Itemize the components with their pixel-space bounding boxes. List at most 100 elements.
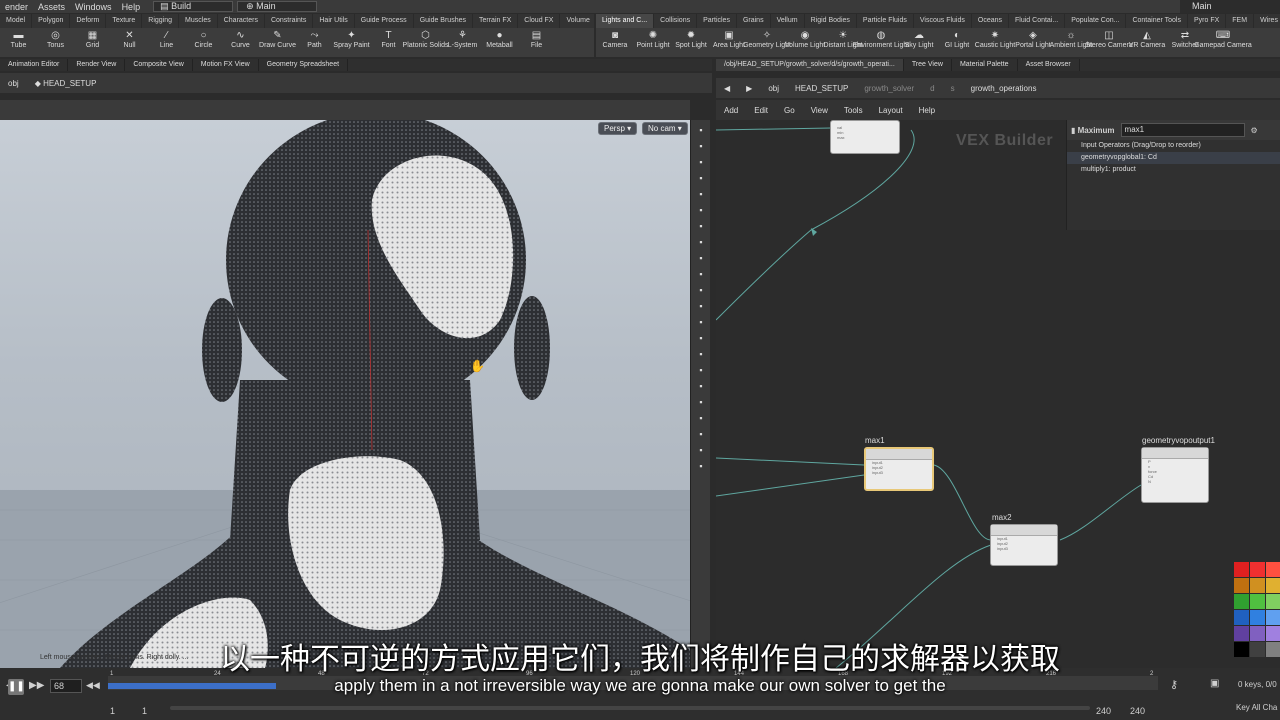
shelf-tool-portal-light[interactable]: ◈ Portal Light — [1014, 28, 1052, 57]
scene-viewport[interactable]: ✋ Left mouse tumbles. Middle pans. Right… — [0, 120, 690, 668]
shelf-tool-geometry-light[interactable]: ✧ Geometry Light — [743, 28, 791, 57]
shelf-tab-pyro-fx[interactable]: Pyro FX — [1188, 14, 1227, 28]
color-swatch[interactable] — [1234, 562, 1249, 577]
color-swatch[interactable] — [1234, 578, 1249, 593]
camera-menu[interactable]: No cam ▾ — [642, 122, 688, 135]
clamp-port-max[interactable]: max — [831, 135, 899, 140]
pane-tab-motion-fx-view[interactable]: Motion FX View — [193, 59, 259, 71]
shelf-tab-polygon[interactable]: Polygon — [32, 14, 71, 28]
desktop-right-selector[interactable]: Main — [1180, 0, 1280, 13]
shelf-tab-vellum[interactable]: Vellum — [771, 14, 805, 28]
key-all-channels-button[interactable]: Key All Cha — [1236, 703, 1277, 712]
net-crumb-growth-solver[interactable]: growth_solver — [856, 84, 922, 93]
shelf-tab-rigging[interactable]: Rigging — [142, 14, 180, 28]
input-operator-item[interactable]: multiply1: product — [1067, 164, 1280, 176]
net-crumb-obj[interactable]: obj — [760, 84, 787, 93]
shelf-tool-l-system[interactable]: ⚘ L-System — [444, 28, 481, 57]
range-end-field[interactable]: 240 — [1130, 706, 1145, 716]
shelf-tool-curve[interactable]: ∿ Curve — [222, 28, 259, 57]
shelf-tab-lights-and-c[interactable]: Lights and C... — [596, 14, 655, 28]
color-swatch[interactable] — [1266, 610, 1280, 625]
input-operator-item[interactable]: geometryvopglobal1: Cd — [1067, 152, 1280, 164]
shelf-tab-characters[interactable]: Characters — [218, 14, 265, 28]
camera-icon[interactable]: ▪ — [694, 172, 708, 184]
net-crumb-head-setup[interactable]: HEAD_SETUP — [787, 84, 856, 93]
pane-tab-tree-view[interactable]: Tree View — [904, 59, 952, 71]
color-swatch[interactable] — [1250, 594, 1265, 609]
max1-port-input3[interactable]: input3 — [866, 470, 932, 475]
pane-tab-asset-browser[interactable]: Asset Browser — [1018, 59, 1080, 71]
shelf-tab-grains[interactable]: Grains — [737, 14, 771, 28]
pen-icon[interactable]: ▪ — [694, 332, 708, 344]
text-icon[interactable]: ▪ — [694, 412, 708, 424]
shelf-tool-platonic-solids[interactable]: ⬡ Platonic Solids — [403, 28, 449, 57]
pane-tab-material-palette[interactable]: Material Palette — [952, 59, 1018, 71]
network-menu-view[interactable]: View — [803, 106, 836, 115]
build-selector[interactable]: ▤ Build — [153, 1, 234, 12]
shelf-tool-camera[interactable]: ◙ Camera — [596, 28, 634, 57]
color-swatch[interactable] — [1250, 562, 1265, 577]
network-menu-add[interactable]: Add — [716, 106, 746, 115]
display-icon[interactable]: ▪ — [694, 460, 708, 472]
shelf-tool-spray-paint[interactable]: ✦ Spray Paint — [333, 28, 370, 57]
sphere-icon[interactable]: ▪ — [694, 188, 708, 200]
net-crumb-s[interactable]: s — [943, 84, 963, 93]
shelf-tab-constraints[interactable]: Constraints — [265, 14, 314, 28]
shelf-tab-muscles[interactable]: Muscles — [179, 14, 218, 28]
shelf-tab-volume[interactable]: Volume — [560, 14, 597, 28]
shelf-tab-fluid-contai[interactable]: Fluid Contai... — [1009, 14, 1066, 28]
shelf-tool-stereo-camera[interactable]: ◫ Stereo Camera — [1085, 28, 1132, 57]
shelf-tool-caustic-light[interactable]: ✷ Caustic Light — [975, 28, 1015, 57]
shelf-tool-vr-camera[interactable]: ◭ VR Camera — [1128, 28, 1166, 57]
net-crumb-growth-operations[interactable]: growth_operations — [963, 84, 1045, 93]
pane-tab-composite-view[interactable]: Composite View — [125, 59, 193, 71]
shelf-tool-grid[interactable]: ▦ Grid — [74, 28, 111, 57]
network-menu-help[interactable]: Help — [911, 106, 943, 115]
node-name-field[interactable]: max1 — [1120, 123, 1245, 137]
lock-icon[interactable]: ▪ — [694, 156, 708, 168]
shelf-tab-viscous-fluids[interactable]: Viscous Fluids — [914, 14, 972, 28]
shelf-tool-line[interactable]: ∕ Line — [148, 28, 185, 57]
shelf-tab-particles[interactable]: Particles — [697, 14, 737, 28]
range-start[interactable]: 1 — [110, 706, 115, 716]
network-menu-go[interactable]: Go — [776, 106, 803, 115]
pane-tab-geometry-spreadsheet[interactable]: Geometry Spreadsheet — [259, 59, 349, 71]
clamp-node[interactable]: val min max — [830, 120, 900, 154]
color-swatch[interactable] — [1250, 610, 1265, 625]
desktop-selector[interactable]: ⊕ Main — [237, 1, 318, 12]
bone-icon[interactable]: ▪ — [694, 348, 708, 360]
path-crumb-head-setup[interactable]: ◆ HEAD_SETUP — [27, 79, 105, 88]
menu-item-assets[interactable]: Assets — [33, 2, 70, 12]
shelf-tab-oceans[interactable]: Oceans — [972, 14, 1010, 28]
shelf-tab-cloud-fx[interactable]: Cloud FX — [518, 14, 561, 28]
pane-tab-animation-editor[interactable]: Animation Editor — [0, 59, 69, 71]
dot-icon[interactable]: ▪ — [694, 300, 708, 312]
color-swatch[interactable] — [1234, 610, 1249, 625]
paint-icon[interactable]: ▪ — [694, 364, 708, 376]
shelf-tab-texture[interactable]: Texture — [106, 14, 143, 28]
gear-icon[interactable]: ⚙ — [1251, 126, 1258, 135]
brush-icon[interactable]: ▪ — [694, 284, 708, 296]
max2-port-input3[interactable]: input3 — [991, 546, 1057, 551]
shelf-tab-particle-fluids[interactable]: Particle Fluids — [857, 14, 914, 28]
snap-icon[interactable]: ▪ — [694, 268, 708, 280]
shelf-tab-wires[interactable]: Wires — [1254, 14, 1280, 28]
color-swatch[interactable] — [1266, 578, 1280, 593]
measure-icon[interactable]: ▪ — [694, 380, 708, 392]
shelf-tool-torus[interactable]: ◎ Torus — [37, 28, 74, 57]
shelf-tab-guide-process[interactable]: Guide Process — [355, 14, 414, 28]
max2-node[interactable]: input1 input2 input3 — [990, 524, 1058, 566]
menu-item-windows[interactable]: Windows — [70, 2, 117, 12]
range-end[interactable]: 240 — [1096, 706, 1111, 716]
persp-menu[interactable]: Persp ▾ — [598, 122, 638, 135]
network-menu-edit[interactable]: Edit — [746, 106, 776, 115]
light-icon[interactable]: ▪ — [694, 220, 708, 232]
pane-tab-obj-head-setup-growth-solver-d[interactable]: /obj/HEAD_SETUP/growth_solver/d/s/growth… — [716, 59, 904, 71]
shelf-tool-environment-light[interactable]: ◍ Environment Light — [853, 28, 909, 57]
max1-node[interactable]: input1 input2 input3 — [864, 447, 934, 491]
shelf-tab-container-tools[interactable]: Container Tools — [1126, 14, 1188, 28]
forward-arrow-icon[interactable]: ▶ — [738, 84, 760, 93]
shelf-tab-populate-con[interactable]: Populate Con... — [1065, 14, 1127, 28]
color-swatch[interactable] — [1234, 594, 1249, 609]
color-swatch[interactable] — [1250, 578, 1265, 593]
